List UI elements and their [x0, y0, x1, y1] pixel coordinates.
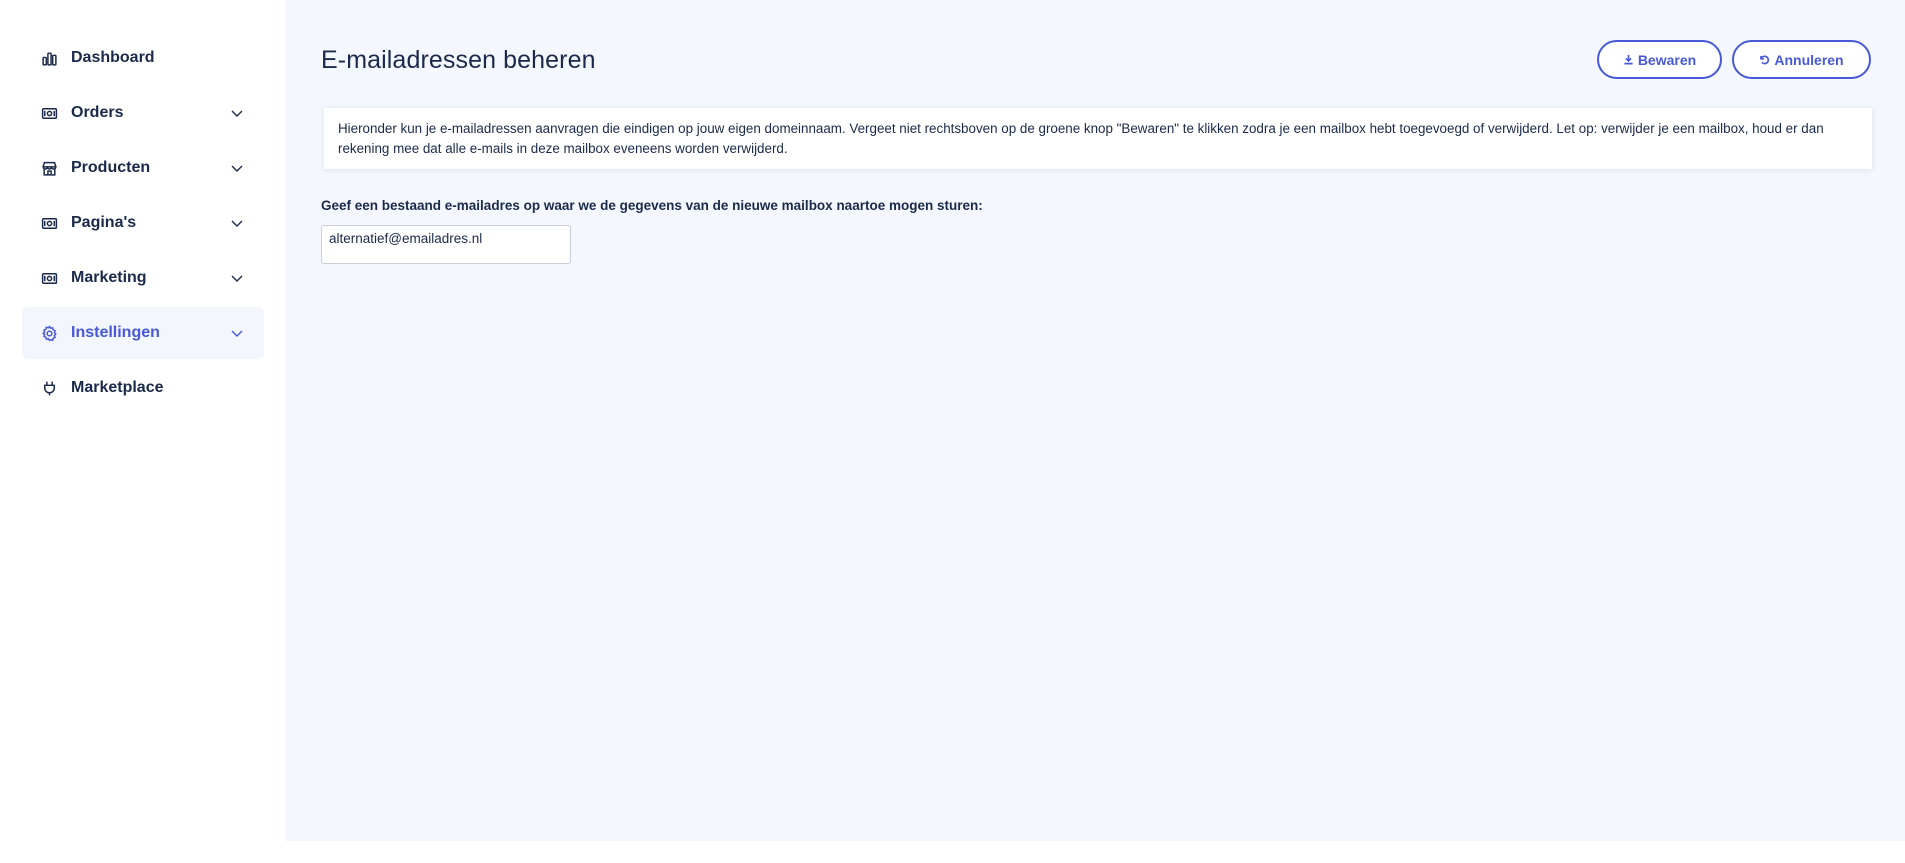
main-content: E-mailadressen beheren Bewaren Annuleren…: [285, 0, 1905, 841]
save-button[interactable]: Bewaren: [1597, 40, 1722, 79]
info-text: Hieronder kun je e-mailadressen aanvrage…: [338, 121, 1824, 156]
sidebar-item-instellingen[interactable]: Instellingen: [22, 307, 264, 359]
info-box: Hieronder kun je e-mailadressen aanvrage…: [324, 108, 1872, 169]
chevron-down-icon: [230, 106, 244, 120]
store-icon: [41, 160, 58, 177]
sidebar-item-label: Orders: [71, 104, 124, 121]
chevron-down-icon: [230, 271, 244, 285]
chevron-down-icon: [230, 326, 244, 340]
sidebar-item-marketplace[interactable]: Marketplace: [22, 362, 264, 414]
sidebar-item-paginas[interactable]: Pagina's: [22, 197, 264, 249]
chevron-down-icon: [230, 216, 244, 230]
sidebar-item-label: Dashboard: [71, 49, 155, 66]
chevron-down-icon: [230, 161, 244, 175]
undo-icon: [1760, 55, 1770, 65]
alternative-email-field[interactable]: [321, 225, 571, 264]
sidebar-item-label: Marketplace: [71, 379, 164, 396]
bar-chart-icon: [41, 50, 58, 67]
sidebar-item-label: Instellingen: [71, 324, 160, 341]
sidebar-nav: Dashboard Orders Producten Pagina's Mark…: [22, 32, 264, 417]
banknote-icon: [41, 270, 58, 287]
sidebar-item-producten[interactable]: Producten: [22, 142, 264, 194]
sidebar: Dashboard Orders Producten Pagina's Mark…: [0, 0, 285, 863]
download-icon: [1624, 54, 1633, 65]
cancel-button[interactable]: Annuleren: [1732, 40, 1871, 79]
page-title: E-mailadressen beheren: [321, 46, 596, 74]
sidebar-item-label: Pagina's: [71, 214, 137, 231]
sidebar-item-label: Marketing: [71, 269, 147, 286]
cancel-button-label: Annuleren: [1774, 51, 1844, 68]
save-button-label: Bewaren: [1637, 51, 1697, 68]
plug-icon: [41, 380, 58, 397]
app: Dashboard Orders Producten Pagina's Mark…: [0, 0, 1905, 863]
banknote-icon: [41, 215, 58, 232]
banknote-icon: [41, 105, 58, 122]
gear-icon: [41, 324, 58, 342]
alternative-email-label: Geef een bestaand e-mailadres op waar we…: [321, 198, 983, 213]
sidebar-item-orders[interactable]: Orders: [22, 87, 264, 139]
sidebar-item-dashboard[interactable]: Dashboard: [22, 32, 264, 84]
sidebar-item-label: Producten: [71, 159, 151, 176]
sidebar-item-marketing[interactable]: Marketing: [22, 252, 264, 304]
